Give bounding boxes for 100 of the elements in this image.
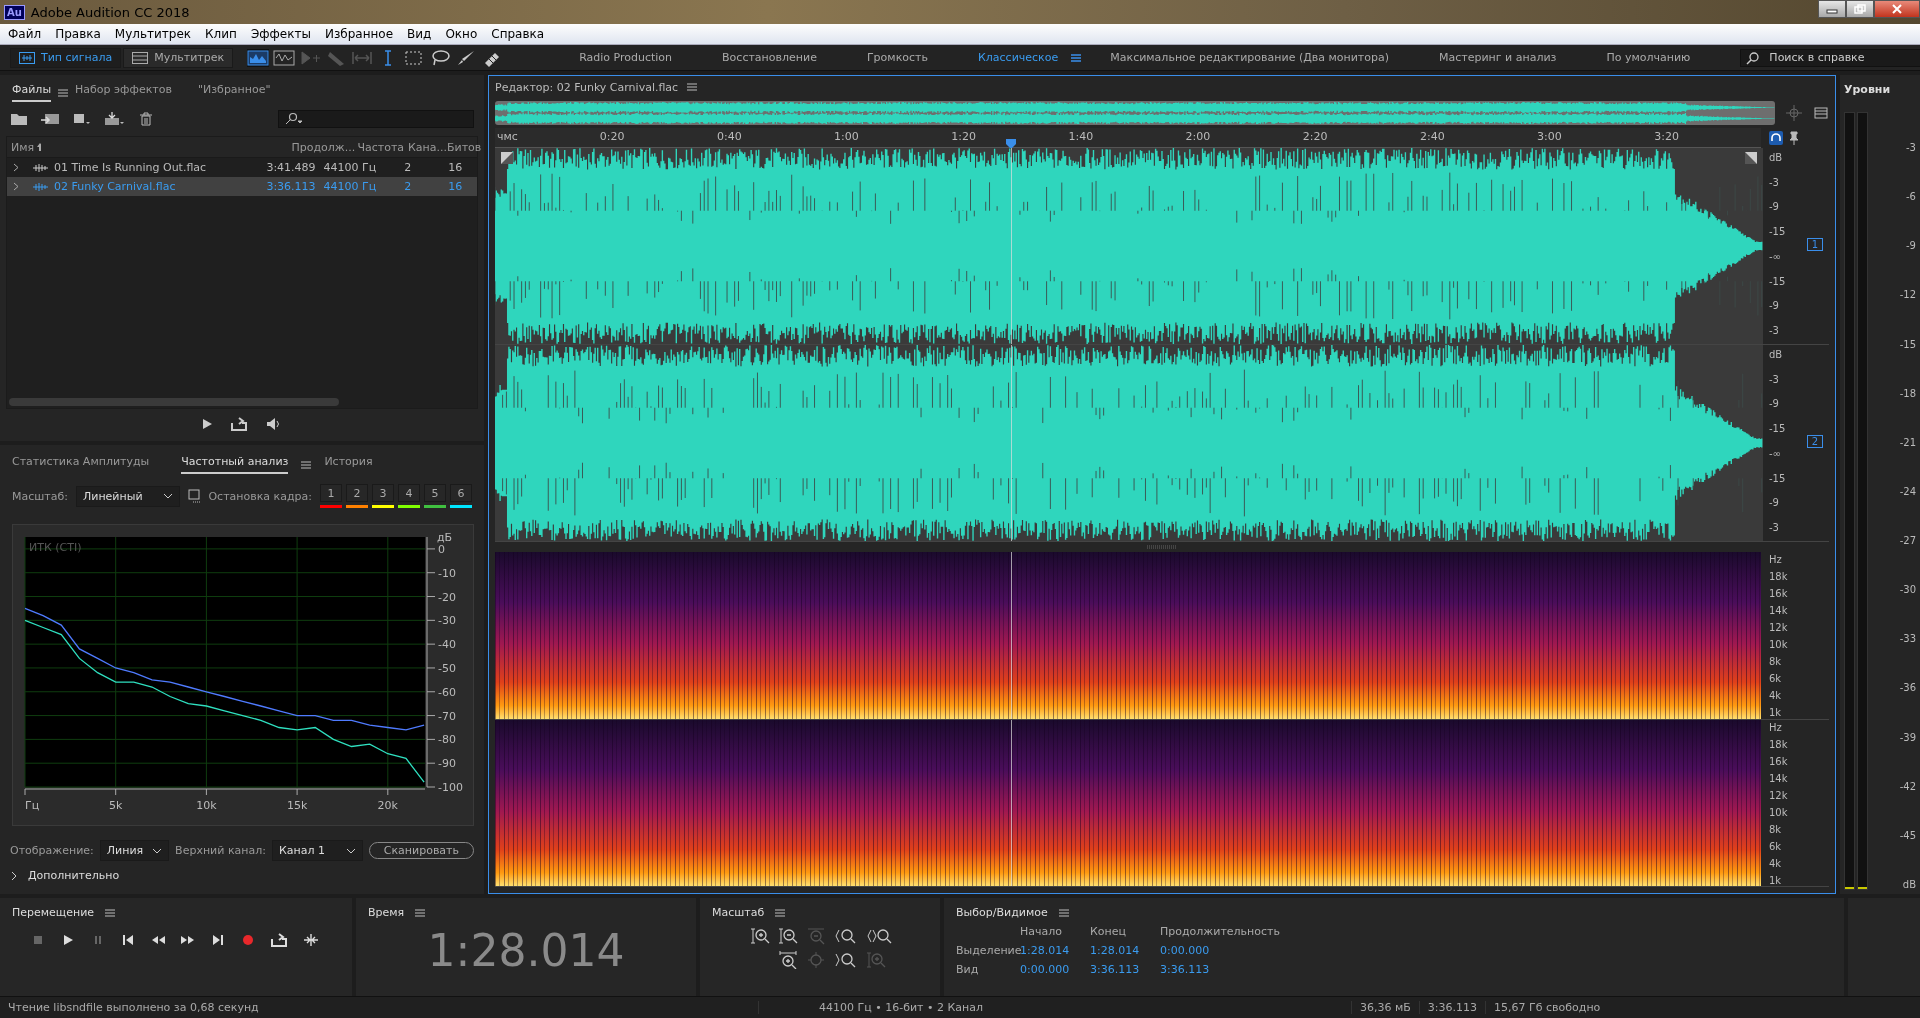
headphones-icon[interactable] [1769, 131, 1783, 145]
skip-selection-icon[interactable] [302, 933, 320, 947]
menu-item[interactable]: Вид [407, 27, 432, 41]
fade-handle-icon[interactable] [1745, 152, 1757, 164]
panel-tab[interactable]: Набор эффектов [75, 83, 172, 102]
panel-toggle-icon[interactable] [1813, 105, 1829, 121]
menu-icon[interactable] [300, 459, 313, 470]
lasso-icon[interactable] [429, 48, 452, 67]
channel-dropdown[interactable]: Канал 1 [271, 840, 363, 861]
restore-button[interactable] [1846, 0, 1874, 18]
expand-icon[interactable] [13, 163, 19, 172]
import-icon[interactable] [40, 112, 60, 126]
skip-forward-icon[interactable] [210, 933, 226, 947]
menu-item[interactable]: Файл [8, 27, 42, 41]
zoom-horizontal-icon[interactable] [778, 951, 798, 969]
menu-item[interactable]: Клип [205, 27, 237, 41]
pin-icon[interactable] [1789, 131, 1799, 145]
zoom-out-point-icon[interactable] [834, 951, 858, 969]
waveform-drawing[interactable] [495, 345, 1763, 541]
fast-forward-icon[interactable] [180, 933, 196, 947]
menu-item[interactable]: Мультитрек [114, 27, 192, 41]
workspace-tab[interactable]: Максимальное редактирование (Два монитора) [1088, 51, 1412, 64]
scale-dropdown[interactable]: Линейный [76, 485, 181, 507]
spectrogram-drawing[interactable] [495, 719, 1761, 886]
close-button[interactable] [1874, 0, 1920, 18]
time-ruler[interactable]: чмс 0:20 0:40 1:00 1:20 1:40 2:00 2:20 2:40 3:00 3:20 [495, 128, 1761, 148]
skip-back-icon[interactable] [120, 933, 136, 947]
freeze-frame-button[interactable]: 1 [320, 484, 342, 502]
folder-icon[interactable] [10, 112, 28, 126]
loop-icon[interactable] [230, 417, 248, 431]
fade-handle-icon[interactable] [501, 152, 513, 164]
splitter-handle-icon[interactable] [1147, 545, 1177, 549]
channel-badge[interactable]: 2 [1806, 435, 1823, 448]
time-value-field[interactable]: 0:00.000 [1160, 944, 1290, 957]
file-row[interactable]: 02 Funky Carnival.flac 3:36.113 44100 Гц 2 16 [7, 177, 477, 196]
frame-icon[interactable] [188, 489, 201, 503]
workspace-tab[interactable]: Восстановление [700, 51, 839, 64]
menu-item[interactable]: Правка [55, 27, 101, 41]
menu-item[interactable]: Окно [445, 27, 478, 41]
help-search-field[interactable]: Поиск в справке [1740, 48, 1920, 67]
freeze-frame-button[interactable]: 2 [346, 484, 368, 502]
menu-icon[interactable] [414, 907, 427, 918]
column-header[interactable]: Кана... [408, 140, 447, 154]
menu-icon[interactable] [686, 82, 699, 92]
advanced-toggle[interactable]: Дополнительно [0, 865, 484, 894]
menu-icon[interactable] [1070, 52, 1083, 63]
time-value-field[interactable]: 0:00.000 [1020, 963, 1090, 976]
freeze-frame-button[interactable]: 4 [398, 484, 420, 502]
menu-icon[interactable] [104, 907, 117, 918]
freeze-frame-button[interactable]: 5 [424, 484, 446, 502]
display-dropdown[interactable]: Линия [99, 840, 170, 861]
panel-tab[interactable]: Частотный анализ [181, 455, 289, 474]
spectrum-view-icon[interactable] [247, 48, 270, 67]
panel-tab[interactable]: Файлы [12, 83, 52, 102]
zoom-out-icon[interactable] [778, 927, 798, 945]
minimize-button[interactable] [1818, 0, 1846, 18]
scrollbar-thumb[interactable] [9, 398, 339, 406]
mode-tab[interactable]: Тип сигнала [10, 47, 122, 68]
zoom-in-icon[interactable] [750, 927, 770, 945]
play-icon[interactable] [200, 417, 214, 431]
trash-icon[interactable] [138, 112, 154, 126]
panel-tab[interactable]: "Избранное" [197, 83, 271, 102]
menu-icon[interactable] [1057, 907, 1070, 918]
menu-icon[interactable] [774, 907, 787, 918]
workspace-tab[interactable]: По умолчанию [1584, 51, 1713, 64]
waveform-view-icon[interactable] [273, 48, 296, 67]
workspace-tab[interactable]: Классическое [955, 51, 1065, 64]
column-header[interactable]: Частота [353, 140, 408, 154]
time-value-field[interactable]: 3:36.113 [1090, 963, 1160, 976]
insert-icon[interactable] [104, 112, 126, 126]
time-value-field[interactable]: 1:28.014 [1020, 944, 1090, 957]
rewind-icon[interactable] [150, 933, 166, 947]
record-icon[interactable] [240, 933, 256, 947]
file-search-field[interactable] [278, 110, 474, 128]
channel-badge[interactable]: 1 [1806, 238, 1823, 251]
workspace-tab[interactable]: Radio Production [557, 51, 695, 64]
expand-icon[interactable] [13, 182, 19, 191]
freeze-frame-button[interactable]: 3 [372, 484, 394, 502]
menu-item[interactable]: Справка [491, 27, 545, 41]
zoom-selection-icon[interactable] [866, 927, 894, 945]
workspace-tab[interactable]: Мастеринг и анализ [1417, 51, 1579, 64]
file-row[interactable]: 01 Time Is Running Out.flac 3:41.489 44100 Гц 2 16 [7, 158, 477, 177]
zoom-in-point-icon[interactable] [834, 927, 858, 945]
time-value-field[interactable]: 3:36.113 [1160, 963, 1290, 976]
new-file-icon[interactable] [72, 112, 92, 126]
menu-item[interactable]: Избранное [324, 27, 394, 41]
spectrogram-drawing[interactable] [495, 552, 1761, 719]
freeze-frame-button[interactable]: 6 [450, 484, 472, 502]
time-value-field[interactable]: 1:28.014 [1090, 944, 1160, 957]
editor-title[interactable]: Редактор: 02 Funky Carnival.flac [495, 80, 679, 94]
workspace-tab[interactable]: Громкость [844, 51, 950, 64]
panel-tab[interactable]: История [324, 455, 373, 474]
waveform-drawing[interactable] [495, 148, 1763, 344]
overview-waveform-drawing[interactable] [495, 101, 1775, 125]
menu-icon[interactable] [57, 87, 70, 98]
mode-tab[interactable]: Мультитрек [123, 47, 234, 68]
menu-item[interactable]: Эффекты [250, 27, 311, 41]
column-header[interactable]: Имя [11, 140, 35, 154]
panel-tab[interactable]: Статистика Амплитуды [12, 455, 150, 474]
loop-icon[interactable] [270, 933, 288, 947]
